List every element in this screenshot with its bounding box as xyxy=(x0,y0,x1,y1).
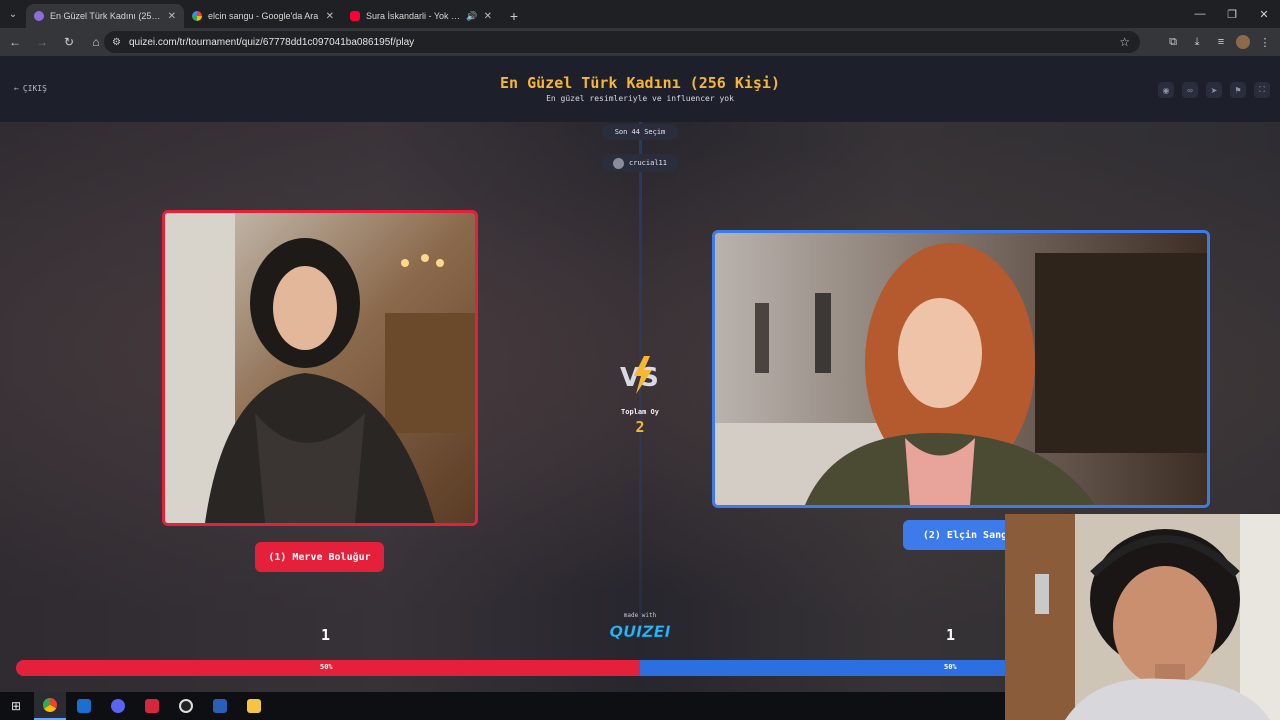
vote-percent-right: 50% xyxy=(944,663,957,671)
tab-title: En Güzel Türk Kadını (256 Kişi) xyxy=(50,11,162,21)
vote-count-left: 1 xyxy=(321,626,331,644)
choose-left-button[interactable]: (1) Merve Boluğur xyxy=(255,542,384,572)
browser-tab-quizei[interactable]: En Güzel Türk Kadını (256 Kişi) ✕ xyxy=(26,4,184,28)
site-info-icon[interactable]: ⚙ xyxy=(112,37,121,48)
username: crucial11 xyxy=(629,159,667,167)
new-tab-button[interactable]: + xyxy=(500,4,528,28)
quizei-favicon-icon xyxy=(34,11,44,21)
contestant-photo-left xyxy=(165,213,475,523)
youtube-favicon-icon xyxy=(350,11,360,21)
vote-percent-left: 50% xyxy=(320,663,333,671)
restore-icon[interactable]: ❐ xyxy=(1216,0,1248,28)
chrome-icon[interactable] xyxy=(34,692,66,720)
contestant-photo-right xyxy=(715,233,1207,505)
minimize-icon[interactable]: — xyxy=(1184,0,1216,28)
vote-count-right: 1 xyxy=(946,626,956,644)
share-icon[interactable]: ➤ xyxy=(1206,82,1222,98)
vs-lightning-icon: VS xyxy=(620,356,659,394)
quiz-title: En Güzel Türk Kadını (256 Kişi) xyxy=(500,74,780,92)
webcam-overlay xyxy=(1005,514,1280,720)
more-menu-icon[interactable]: ⋮ xyxy=(1256,33,1274,51)
browser-toolbar: ← → ↻ ⌂ ⚙ quizei.com/tr/tournament/quiz/… xyxy=(0,28,1280,56)
tab-search-button[interactable]: ⌄ xyxy=(0,0,26,28)
flag-icon[interactable]: ⚑ xyxy=(1230,82,1246,98)
file-explorer-icon[interactable] xyxy=(238,692,270,720)
close-icon[interactable]: ✕ xyxy=(168,11,176,22)
obs-icon[interactable] xyxy=(170,692,202,720)
download-icon[interactable]: ⤓ xyxy=(1188,33,1206,51)
made-with-label: made with xyxy=(623,612,657,619)
fullscreen-icon[interactable]: ⛶ xyxy=(1254,82,1270,98)
svg-text:QUIZEI: QUIZEI xyxy=(609,622,670,641)
speaker-icon[interactable]: 🔊 xyxy=(466,11,477,22)
tab-title: elcin sangu - Google'da Ara xyxy=(208,11,319,21)
bookmark-star-icon[interactable]: ☆ xyxy=(1119,35,1130,49)
windows-taskbar: ⊞ xyxy=(0,692,1005,720)
windows-start-icon[interactable]: ⊞ xyxy=(0,692,32,720)
address-bar[interactable]: ⚙ quizei.com/tr/tournament/quiz/67778dd1… xyxy=(104,31,1140,53)
extensions-icon[interactable]: ⧉ xyxy=(1164,33,1182,51)
close-icon[interactable]: ✕ xyxy=(326,11,334,22)
profile-avatar[interactable] xyxy=(1236,35,1250,49)
app-red-icon[interactable] xyxy=(136,692,168,720)
steam-alt-icon[interactable] xyxy=(204,692,236,720)
back-button[interactable]: ← xyxy=(3,30,27,54)
avatar xyxy=(613,157,625,169)
link-icon[interactable]: ∞ xyxy=(1182,82,1198,98)
quizei-logo[interactable]: QUIZEI xyxy=(606,620,674,642)
forward-button[interactable]: → xyxy=(30,30,54,54)
header-actions: ◉ ∞ ➤ ⚑ ⛶ xyxy=(1158,82,1270,98)
reading-list-icon[interactable]: ≡ xyxy=(1212,33,1230,51)
total-votes-label: Toplam Oy xyxy=(621,408,659,416)
close-window-icon[interactable]: ✕ xyxy=(1248,0,1280,28)
round-badge: Son 44 Seçim xyxy=(602,124,678,140)
eye-icon[interactable]: ◉ xyxy=(1158,82,1174,98)
streamer-webcam-image xyxy=(1005,514,1280,720)
window-controls: — ❐ ✕ xyxy=(1184,0,1280,28)
discord-icon[interactable] xyxy=(102,692,134,720)
reload-button[interactable]: ↻ xyxy=(57,30,81,54)
tab-title: Sura İskandarli - Yok ( Ee de xyxy=(366,11,460,21)
url-text: quizei.com/tr/tournament/quiz/67778dd1c0… xyxy=(128,36,415,48)
total-votes-value: 2 xyxy=(635,418,645,436)
round-label: Son 44 Seçim xyxy=(614,128,666,136)
quiz-header: ← ÇIKIŞ En Güzel Türk Kadını (256 Kişi) … xyxy=(0,56,1280,122)
contestant-card-left[interactable] xyxy=(162,210,478,526)
contestant-card-right[interactable] xyxy=(712,230,1210,508)
google-favicon-icon xyxy=(192,11,202,21)
quiz-subtitle: En güzel resimleriyle ve influencer yok xyxy=(546,94,734,103)
creator-badge[interactable]: crucial11 xyxy=(602,154,678,172)
toolbar-actions: ⧉ ⤓ ≡ ⋮ xyxy=(1164,28,1274,56)
browser-tab-google[interactable]: elcin sangu - Google'da Ara ✕ xyxy=(184,4,342,28)
close-icon[interactable]: ✕ xyxy=(484,11,492,22)
browser-tab-youtube[interactable]: Sura İskandarli - Yok ( Ee de 🔊 ✕ xyxy=(342,4,500,28)
steam-icon[interactable] xyxy=(68,692,100,720)
browser-tab-bar: ⌄ En Güzel Türk Kadını (256 Kişi) ✕ elci… xyxy=(0,0,1280,28)
